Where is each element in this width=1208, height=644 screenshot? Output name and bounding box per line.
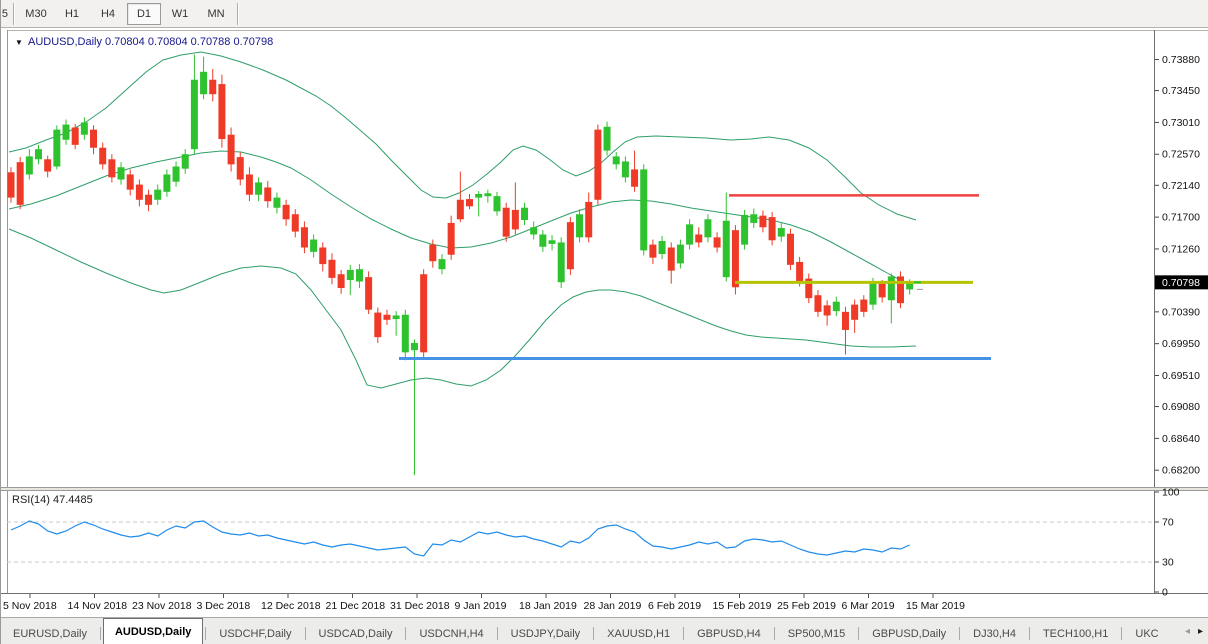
price-tick-label: 0.69950 xyxy=(1162,338,1200,350)
chart-tab-bar: EURUSD,DailyAUDUSD,DailyUSDCHF,Daily USDC… xyxy=(1,617,1208,644)
chart-area[interactable]: ▼ AUDUSD,Daily 0.70804 0.70804 0.70788 0.… xyxy=(1,0,1208,644)
chart-tab-audusd[interactable]: AUDUSD,Daily xyxy=(103,618,203,644)
tab-separator xyxy=(100,627,101,640)
rsi-level-label: 30 xyxy=(1162,557,1174,569)
date-tick-label: 31 Dec 2018 xyxy=(390,600,450,612)
price-tick-label: 0.71700 xyxy=(1162,212,1200,224)
tab-separator xyxy=(683,627,684,640)
date-tick-label: 15 Mar 2019 xyxy=(906,600,965,612)
date-tick-label: 6 Feb 2019 xyxy=(648,600,701,612)
price-tick-label: 0.70390 xyxy=(1162,306,1200,318)
rsi-level-label: 70 xyxy=(1162,517,1174,529)
mt4-window: 5 M30H1H4D1W1MN ▼AUDUSD,Daily 0.70804 0.… xyxy=(0,0,1208,644)
date-tick-label: 14 Nov 2018 xyxy=(68,600,128,612)
symbol-dropdown-icon: ▼ xyxy=(15,38,23,47)
date-tick-label: 21 Dec 2018 xyxy=(326,600,386,612)
chart-tab-usdchf[interactable]: USDCHF,Daily xyxy=(208,623,302,644)
price-tick-label: 0.69510 xyxy=(1162,370,1200,382)
price-tick-label: 0.73010 xyxy=(1162,117,1200,129)
date-tick-label: 5 Nov 2018 xyxy=(3,600,57,612)
tab-scroll-right-icon[interactable]: ▸ xyxy=(1198,626,1203,637)
rsi-level-label: 0 xyxy=(1162,587,1168,599)
date-tick-label: 12 Dec 2018 xyxy=(261,600,321,612)
tab-separator xyxy=(497,627,498,640)
tab-separator xyxy=(858,627,859,640)
date-tick-label: 28 Jan 2019 xyxy=(584,600,642,612)
tab-separator xyxy=(1121,627,1122,640)
price-tick-label: 0.71260 xyxy=(1162,243,1200,255)
chart-tab-tech100[interactable]: TECH100,H1 xyxy=(1032,623,1119,644)
date-tick-label: 15 Feb 2019 xyxy=(713,600,772,612)
tab-separator xyxy=(593,627,594,640)
tab-separator xyxy=(1029,627,1030,640)
price-tick-label: 0.73880 xyxy=(1162,54,1200,66)
chart-tab-usdcad[interactable]: USDCAD,Daily xyxy=(308,623,404,644)
date-tick-label: 3 Dec 2018 xyxy=(197,600,251,612)
chart-chrome xyxy=(1,28,1208,644)
price-tick-label: 0.68200 xyxy=(1162,465,1200,477)
price-tick-label: 0.68640 xyxy=(1162,433,1200,445)
chart-tab-gbpusd[interactable]: GBPUSD,Daily xyxy=(861,623,957,644)
tab-separator xyxy=(774,627,775,640)
date-tick-label: 9 Jan 2019 xyxy=(455,600,507,612)
chart-tab-sp500[interactable]: SP500,M15 xyxy=(777,623,856,644)
date-tick-label: 18 Jan 2019 xyxy=(519,600,577,612)
tab-separator xyxy=(959,627,960,640)
chart-tab-usdcnh[interactable]: USDCNH,H4 xyxy=(408,623,494,644)
title-symbol-ohlc: AUDUSD,Daily 0.70804 0.70804 0.70788 0.7… xyxy=(28,36,273,48)
chart-tab-gbpusd[interactable]: GBPUSD,H4 xyxy=(686,623,772,644)
chart-title: ▼ AUDUSD,Daily 0.70804 0.70804 0.70788 0.… xyxy=(15,36,273,48)
chart-tab-usdjpy[interactable]: USDJPY,Daily xyxy=(500,623,592,644)
rsi-label: RSI(14) 47.4485 xyxy=(12,494,93,506)
price-tick-label: 0.72140 xyxy=(1162,180,1200,192)
date-tick-label: 25 Feb 2019 xyxy=(777,600,836,612)
current-price-tag-label: 0.70798 xyxy=(1162,277,1200,289)
tab-separator xyxy=(305,627,306,640)
chart-tab-dj30[interactable]: DJ30,H4 xyxy=(962,623,1027,644)
price-tick-label: 0.72570 xyxy=(1162,149,1200,161)
chart-tab-ukc[interactable]: UKC xyxy=(1124,623,1169,644)
tab-separator xyxy=(205,627,206,640)
tab-separator xyxy=(405,627,406,640)
date-tick-label: 6 Mar 2019 xyxy=(842,600,895,612)
chart-tab-eurusd[interactable]: EURUSD,Daily xyxy=(2,623,98,644)
rsi-level-label: 100 xyxy=(1162,487,1180,499)
date-tick-label: 23 Nov 2018 xyxy=(132,600,192,612)
chart-tab-xauusd[interactable]: XAUUSD,H1 xyxy=(596,623,681,644)
price-tick-label: 0.69080 xyxy=(1162,401,1200,413)
tab-scroll-left-icon[interactable]: ◂ xyxy=(1185,626,1190,637)
price-tick-label: 0.73450 xyxy=(1162,85,1200,97)
